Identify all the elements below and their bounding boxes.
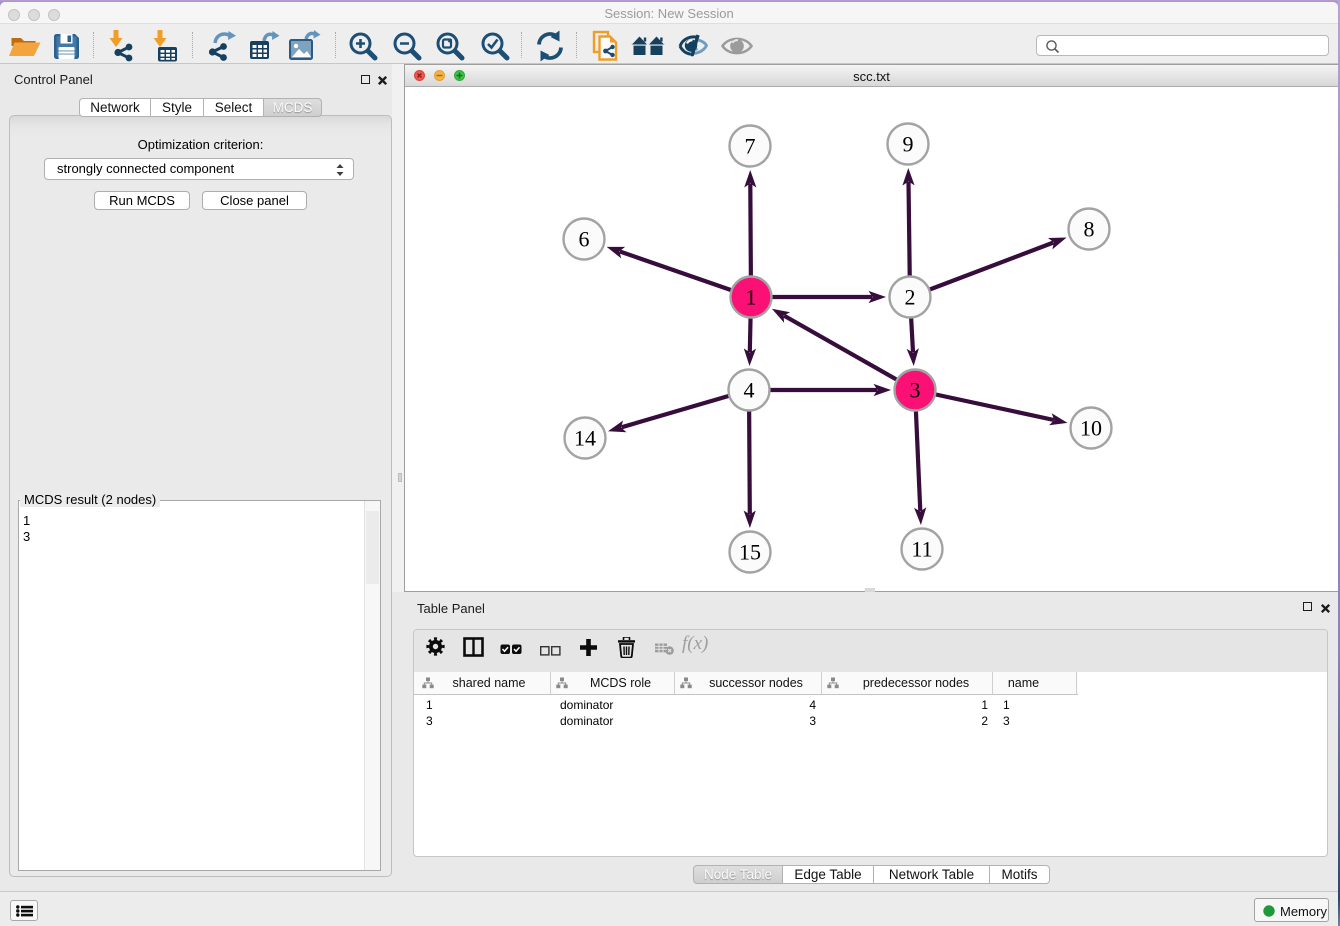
svg-text:3: 3 — [910, 378, 921, 403]
svg-text:8: 8 — [1084, 217, 1095, 242]
svg-text:1: 1 — [746, 285, 757, 310]
svg-text:2: 2 — [905, 285, 916, 310]
svg-text:6: 6 — [579, 227, 590, 252]
svg-text:9: 9 — [903, 132, 914, 157]
svg-text:4: 4 — [744, 378, 755, 403]
svg-text:11: 11 — [911, 537, 932, 562]
svg-text:10: 10 — [1080, 416, 1102, 441]
svg-text:14: 14 — [574, 426, 596, 451]
svg-text:15: 15 — [739, 540, 761, 565]
svg-text:7: 7 — [745, 134, 756, 159]
